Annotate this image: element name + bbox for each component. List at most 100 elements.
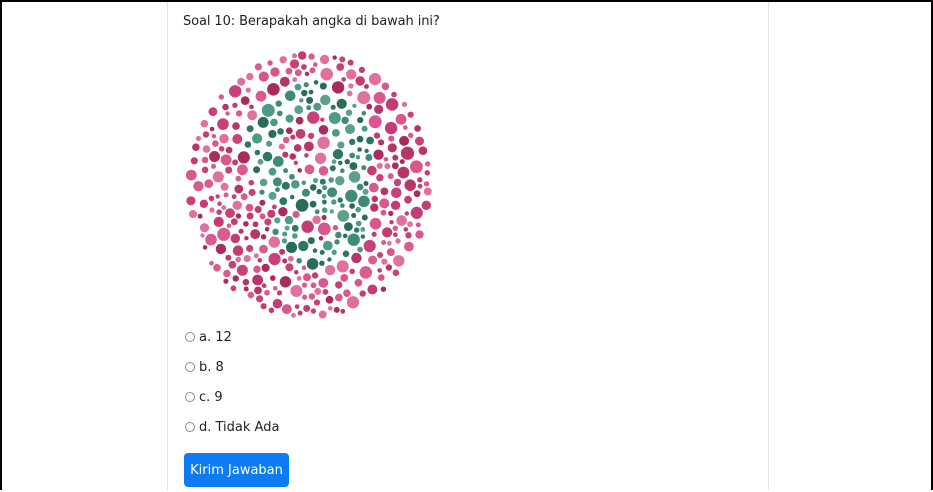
- plate-dot: [248, 188, 256, 197]
- plate-dot: [384, 163, 391, 170]
- plate-dot: [339, 56, 346, 63]
- plate-dot: [243, 286, 249, 292]
- plate-dot: [297, 168, 302, 173]
- plate-dot: [369, 217, 382, 230]
- plate-dot: [364, 84, 369, 89]
- plate-dot: [407, 221, 413, 228]
- plate-dot: [289, 173, 295, 180]
- plate-dot: [278, 207, 288, 217]
- plate-dot: [423, 181, 430, 187]
- plate-dot: [381, 240, 387, 245]
- plate-dot: [407, 111, 414, 118]
- plate-dot: [384, 121, 398, 135]
- plate-dot: [237, 77, 246, 86]
- option-c[interactable]: c. 9: [185, 382, 279, 412]
- option-b[interactable]: b. 8: [185, 352, 279, 382]
- plate-dot: [295, 198, 309, 212]
- plate-dot: [209, 260, 214, 266]
- plate-dot: [415, 136, 424, 146]
- plate-dot: [283, 168, 289, 174]
- plate-dot: [225, 166, 233, 174]
- radio-button[interactable]: [185, 362, 195, 372]
- plate-dot: [346, 90, 353, 97]
- plate-dot: [272, 228, 279, 235]
- plate-dot: [292, 53, 297, 59]
- plate-dot: [223, 269, 231, 278]
- plate-dot: [320, 117, 325, 122]
- plate-dot: [312, 215, 321, 225]
- plate-dot: [290, 134, 296, 140]
- plate-dot: [260, 303, 267, 310]
- plate-dot: [230, 285, 237, 292]
- plate-dot: [234, 184, 244, 194]
- plate-dot: [246, 212, 254, 220]
- plate-dot: [220, 182, 229, 191]
- ishihara-plate-image: [183, 48, 435, 322]
- plate-dot: [232, 275, 239, 282]
- plate-dot: [341, 77, 346, 82]
- plate-dot: [215, 243, 227, 255]
- plate-dot: [268, 129, 277, 139]
- plate-dot: [331, 249, 337, 255]
- plate-dot: [243, 221, 249, 227]
- plate-dot: [404, 211, 409, 216]
- plate-dot: [270, 67, 280, 77]
- plate-dot: [363, 239, 376, 253]
- plate-dot: [404, 179, 416, 191]
- option-d[interactable]: d. Tidak Ada: [185, 412, 279, 442]
- plate-dot: [319, 54, 330, 65]
- plate-dot: [317, 136, 330, 150]
- plate-dot: [260, 234, 267, 240]
- plate-dot: [253, 265, 261, 273]
- radio-button[interactable]: [185, 332, 195, 342]
- plate-dot: [336, 63, 345, 71]
- plate-dot: [186, 196, 196, 206]
- plate-dot: [284, 225, 290, 231]
- plate-dot: [361, 125, 368, 132]
- plate-dot: [296, 276, 302, 281]
- plate-dot: [209, 151, 220, 162]
- plate-dot: [301, 282, 308, 288]
- plate-dot: [368, 115, 382, 129]
- plate-dot: [291, 180, 300, 189]
- plate-dot: [357, 117, 364, 124]
- plate-dot: [335, 231, 342, 239]
- plate-dot: [267, 60, 273, 66]
- radio-button[interactable]: [185, 422, 195, 432]
- plate-dot: [284, 90, 296, 102]
- plate-dot: [264, 289, 270, 296]
- plate-dot: [415, 222, 421, 228]
- plate-dot: [381, 258, 388, 265]
- plate-dot: [202, 245, 208, 250]
- plate-dot: [386, 240, 392, 246]
- plate-dot: [378, 139, 385, 146]
- plate-dot: [399, 159, 405, 165]
- plate-dot: [199, 223, 210, 233]
- plate-dot: [342, 233, 348, 239]
- plate-dot: [360, 234, 366, 239]
- radio-button[interactable]: [185, 392, 195, 402]
- plate-dot: [376, 162, 383, 169]
- plate-dot: [259, 199, 266, 206]
- plate-dot: [190, 157, 198, 165]
- plate-dot: [205, 233, 217, 246]
- plate-dot: [417, 177, 423, 183]
- plate-dot: [331, 159, 337, 165]
- plate-dot: [322, 289, 329, 295]
- plate-dot: [319, 82, 327, 90]
- plate-dot: [204, 179, 214, 189]
- plate-dot: [308, 53, 315, 60]
- plate-dot: [331, 81, 345, 94]
- plate-dot: [220, 154, 232, 166]
- plate-dot: [363, 181, 369, 186]
- plate-dot: [322, 185, 327, 191]
- plate-dot: [195, 135, 202, 142]
- plate-dot: [306, 96, 314, 104]
- plate-dot: [253, 166, 261, 174]
- submit-answer-button[interactable]: Kirim Jawaban: [184, 453, 289, 487]
- plate-dot: [254, 149, 261, 156]
- plate-dot: [304, 141, 314, 152]
- plate-dot: [368, 182, 379, 193]
- option-a[interactable]: a. 12: [185, 322, 279, 352]
- plate-dot: [367, 284, 378, 295]
